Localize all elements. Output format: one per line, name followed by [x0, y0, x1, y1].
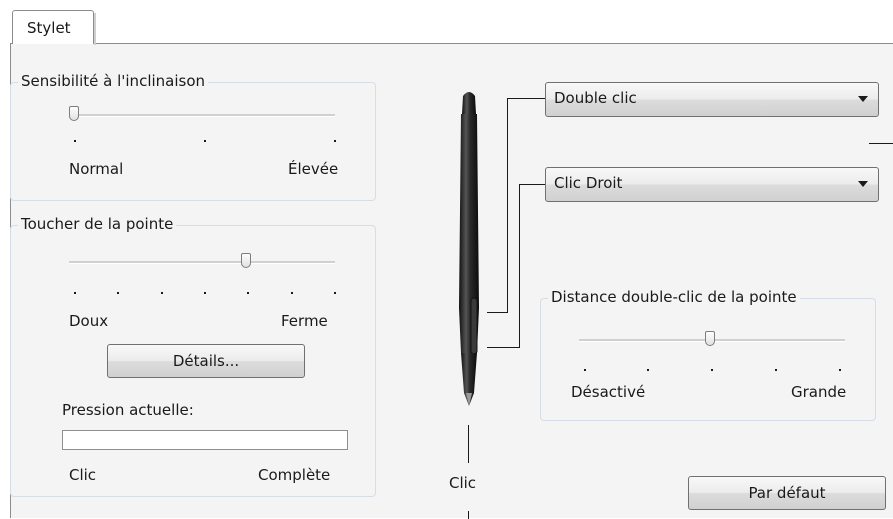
tip-callout: [468, 425, 469, 463]
tilt-tick: [74, 140, 76, 142]
tilt-slider-track[interactable]: [69, 114, 335, 117]
pressure-max-label: Complète: [258, 466, 331, 484]
distance-min-label: Désactivé: [571, 383, 646, 401]
upper-button-dropdown[interactable]: Double clic: [545, 82, 879, 117]
chevron-down-icon: [858, 181, 868, 187]
lower-button-value: Clic Droit: [554, 174, 623, 192]
default-button[interactable]: Par défaut: [688, 476, 886, 510]
tip-tick: [291, 292, 293, 294]
lower-button-callout-h: [519, 184, 545, 185]
eraser-callout-stub: [869, 143, 893, 144]
tab-stylet[interactable]: Stylet: [12, 10, 96, 45]
lower-button-dropdown[interactable]: Clic Droit: [545, 167, 879, 202]
distance-tick: [775, 369, 777, 371]
distance-tick: [839, 369, 841, 371]
upper-button-callout-h: [507, 98, 545, 99]
pressure-label: Pression actuelle:: [62, 401, 194, 419]
distance-tick: [647, 369, 649, 371]
double-click-distance-title: Distance double-clic de la pointe: [548, 288, 800, 306]
double-click-distance-group: Distance double-clic de la pointe Désact…: [540, 288, 876, 421]
chevron-down-icon: [858, 96, 868, 102]
upper-button-callout-h2: [487, 312, 508, 313]
distance-slider-thumb[interactable]: [705, 331, 715, 346]
tip-slider-thumb[interactable]: [241, 253, 251, 268]
upper-button-callout-v: [507, 98, 508, 312]
pressure-min-label: Clic: [69, 466, 97, 484]
tilt-min-label: Normal: [69, 160, 124, 178]
tilt-slider-thumb[interactable]: [69, 106, 79, 121]
tab-label: Stylet: [27, 19, 71, 37]
tip-slider-track[interactable]: [69, 261, 335, 264]
distance-tick: [584, 369, 586, 371]
tilt-tick: [334, 140, 336, 142]
tab-strip: Stylet: [0, 0, 893, 45]
distance-tick: [711, 369, 713, 371]
details-button[interactable]: Détails...: [107, 344, 305, 378]
lower-button-callout-v: [519, 184, 520, 347]
distance-max-label: Grande: [791, 383, 847, 401]
tip-label: Clic: [449, 474, 477, 492]
tip-tick: [74, 292, 76, 294]
pen-illustration: [459, 92, 479, 406]
tip-tick: [161, 292, 163, 294]
tip-feel-title: Toucher de la pointe: [18, 215, 177, 233]
tab-content-panel: Sensibilité à l'inclinaison Normal Élevé…: [10, 43, 893, 519]
upper-button-value: Double clic: [554, 89, 637, 107]
tilt-sensitivity-group: Sensibilité à l'inclinaison Normal Élevé…: [10, 72, 376, 201]
tilt-tick: [204, 140, 206, 142]
tip-max-label: Ferme: [281, 312, 328, 330]
tip-tick: [247, 292, 249, 294]
tip-tick: [334, 292, 336, 294]
pressure-meter: [62, 430, 348, 450]
tilt-max-label: Élevée: [288, 160, 339, 178]
tilt-sensitivity-title: Sensibilité à l'inclinaison: [18, 72, 209, 90]
tip-tick: [117, 292, 119, 294]
tip-min-label: Doux: [69, 312, 109, 330]
lower-button-callout-h2: [487, 347, 520, 348]
tip-tick: [204, 292, 206, 294]
tip-feel-group: Toucher de la pointe Doux Ferme Détails.…: [10, 215, 376, 497]
